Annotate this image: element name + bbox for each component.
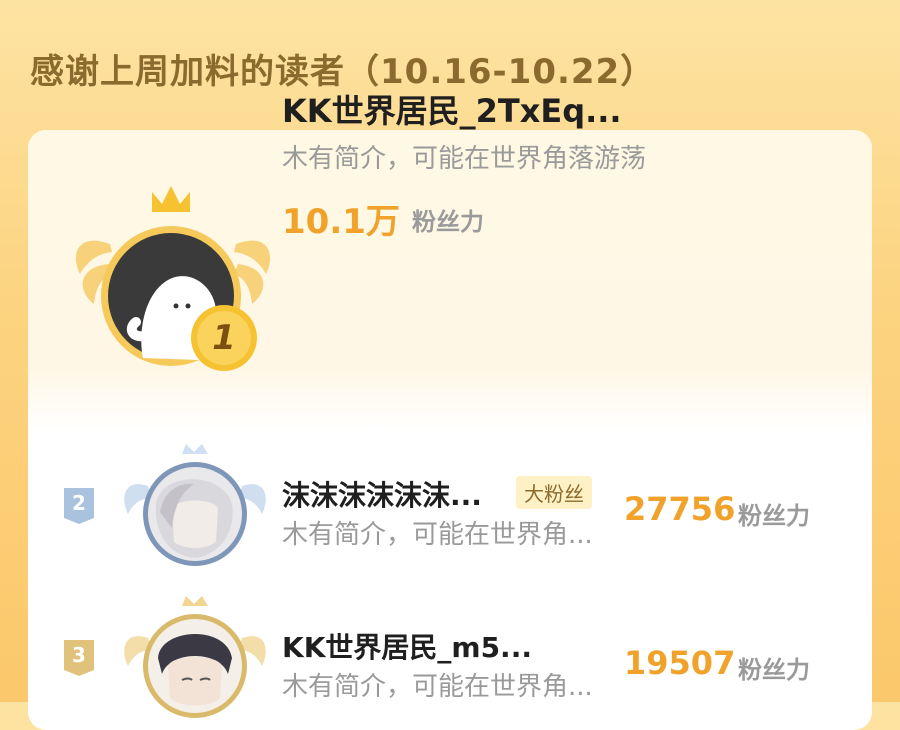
rank-3-score-unit: 粉丝力: [738, 656, 810, 684]
rank-2-name[interactable]: 沫沫沫沫沫沫...: [282, 474, 482, 514]
rank-3-avatar[interactable]: [120, 594, 270, 724]
rank-2-avatar[interactable]: [120, 442, 270, 572]
rank-3-bio: 木有简介，可能在世界角...: [282, 672, 593, 702]
rank-2-bio: 木有简介，可能在世界角...: [282, 520, 593, 550]
rank-3-score: 19507: [624, 644, 736, 682]
rank-2-badge: 2: [64, 488, 94, 524]
rank-2-number: 2: [72, 491, 86, 515]
rank-1-avatar[interactable]: [68, 182, 278, 372]
anime-avatar-icon: [124, 444, 266, 566]
rank-1-medal-number: 1: [212, 318, 236, 358]
rank-3-number: 3: [72, 643, 86, 667]
rank-3-badge: 3: [64, 640, 94, 676]
rank-3-name[interactable]: KK世界居民_m5...: [282, 626, 532, 666]
rank-1-name[interactable]: KK世界居民_2TxEq...: [282, 86, 622, 132]
crown-wings-icon: [75, 186, 271, 371]
rank-2-score: 27756: [624, 490, 736, 528]
rank-1-score: 10.1万: [282, 202, 400, 242]
big-fan-tag: 大粉丝: [516, 476, 592, 509]
rank-1-bio: 木有简介，可能在世界角落游荡: [282, 144, 647, 174]
rank-1-score-unit: 粉丝力: [412, 208, 484, 236]
anime-avatar-icon: [124, 596, 266, 718]
rank-2-score-unit: 粉丝力: [738, 502, 810, 530]
